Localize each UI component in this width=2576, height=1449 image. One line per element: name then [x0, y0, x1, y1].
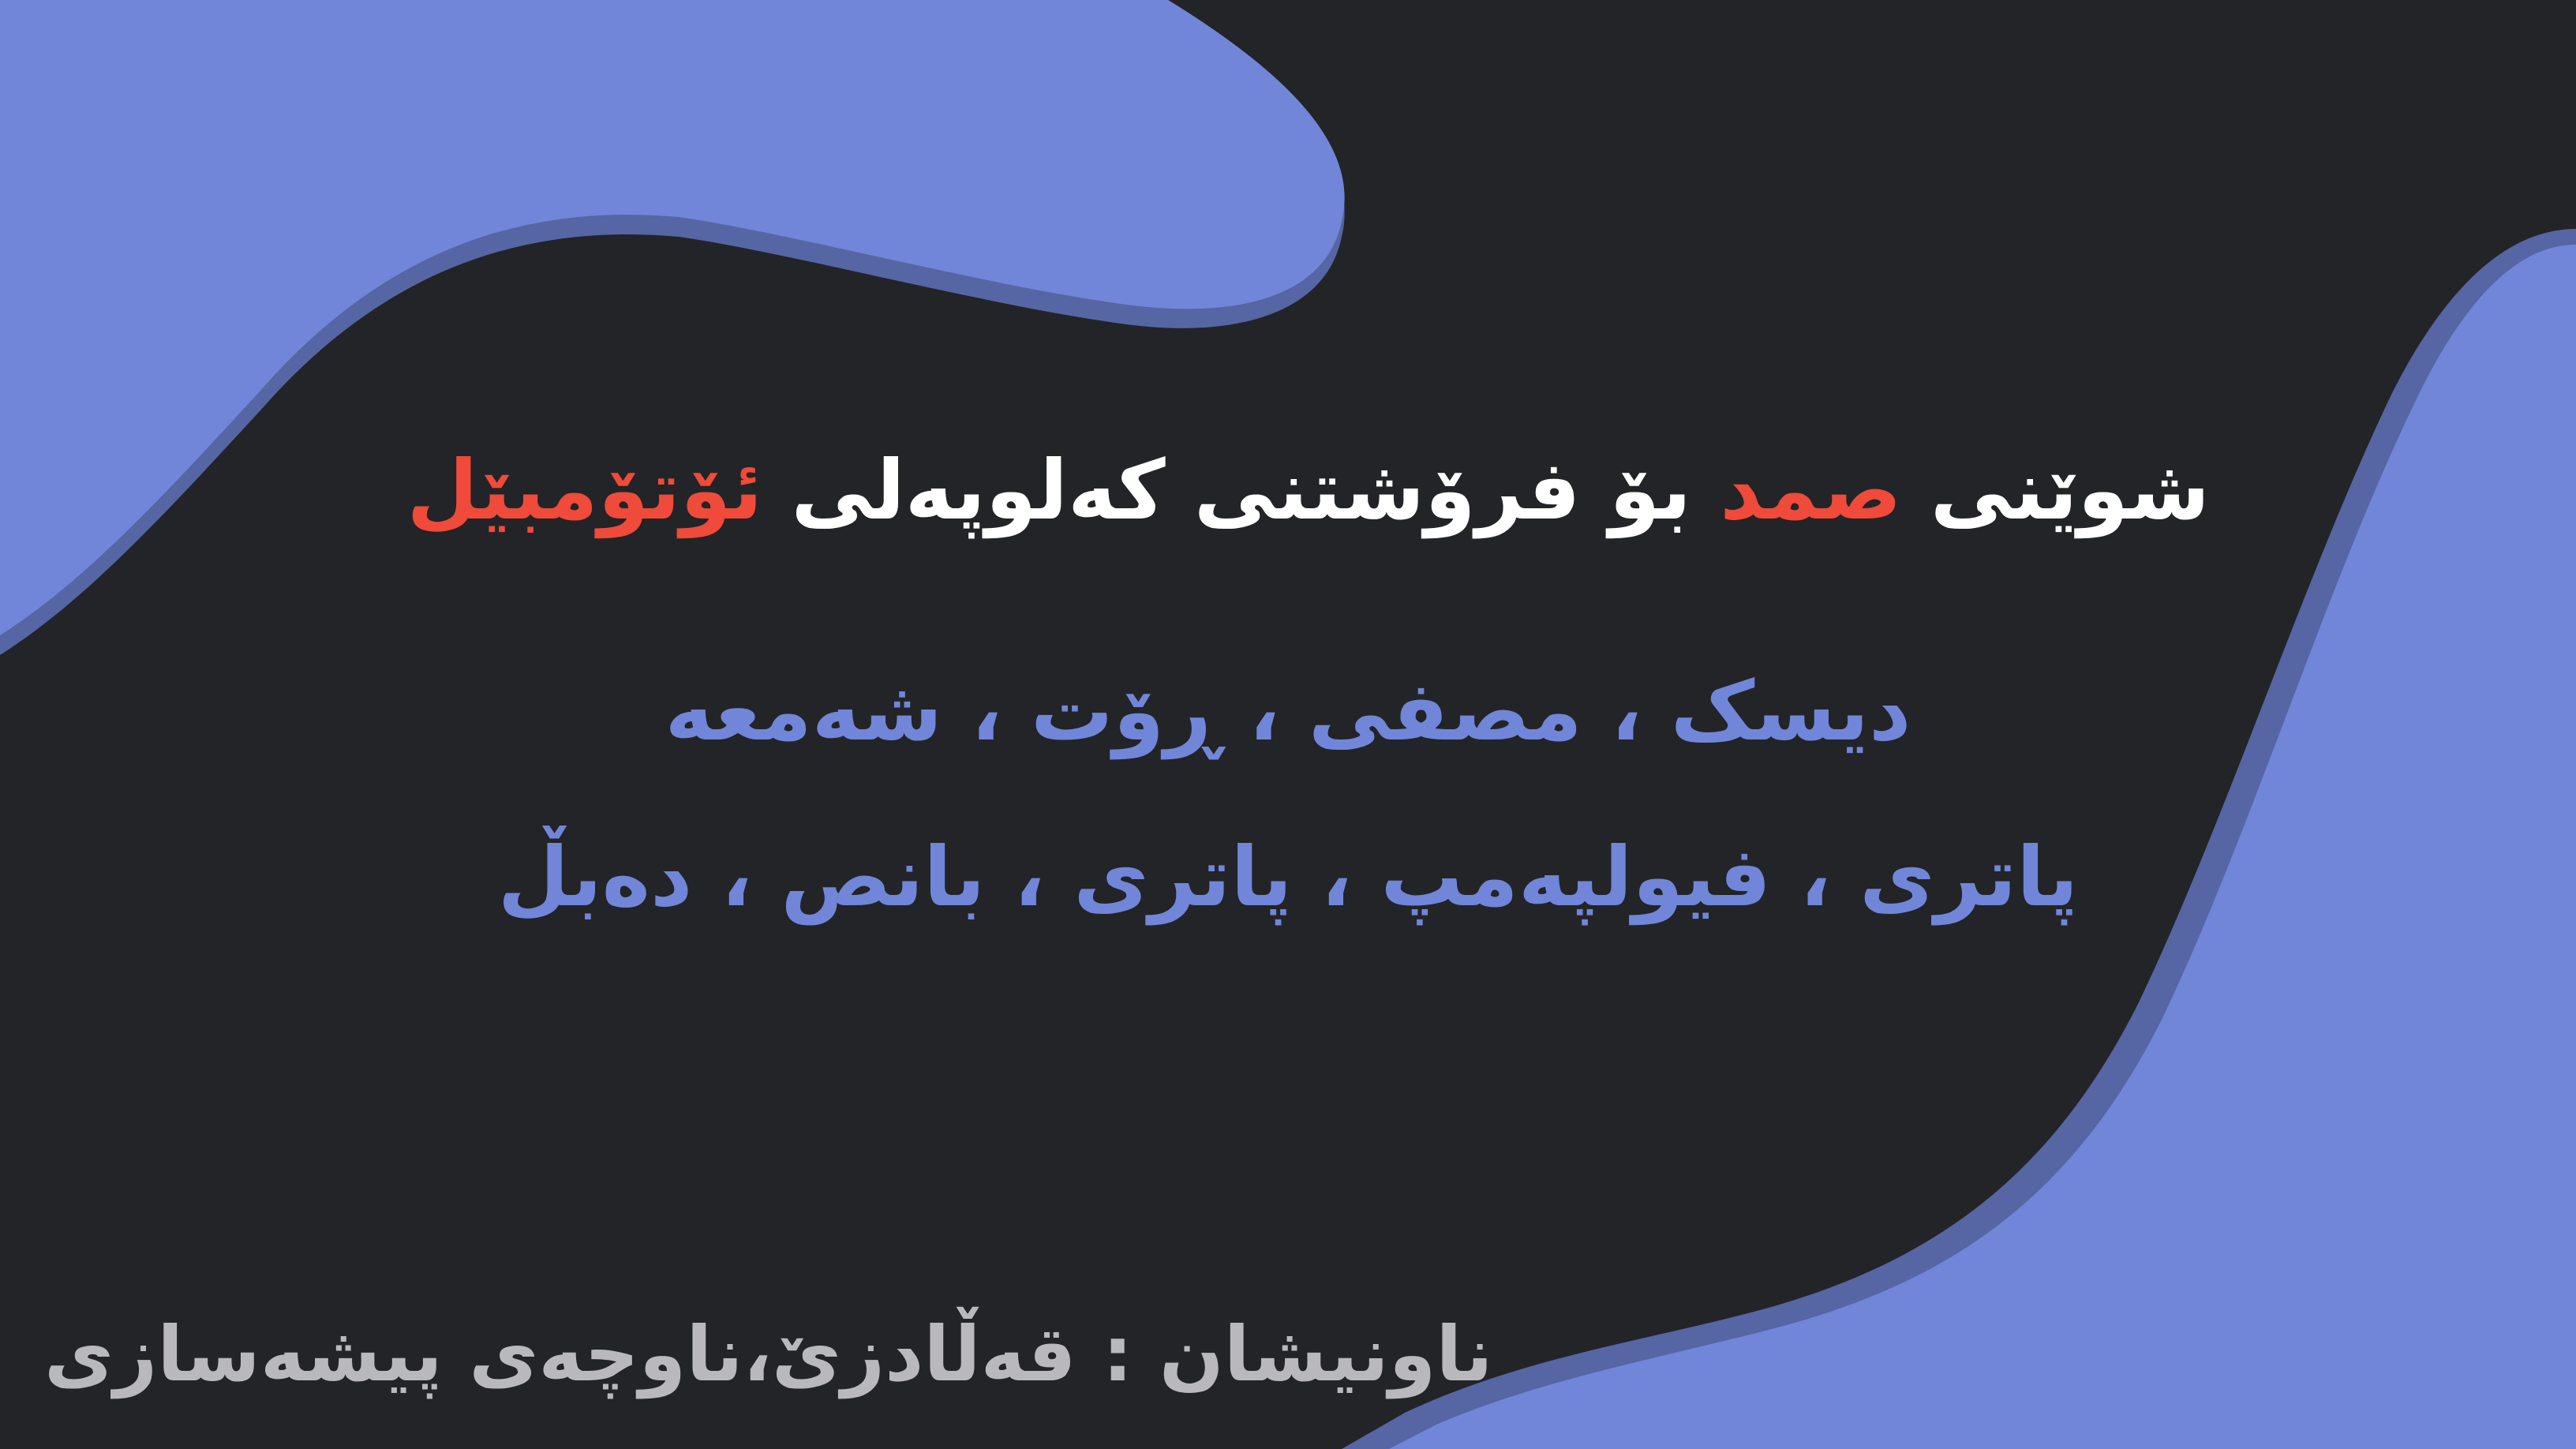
product-word: ئۆتۆمبێل [406, 442, 763, 538]
address: ناونیشان : قەڵادزێ،ناوچەی پیشەسازی [44, 1310, 1493, 1398]
items-line-2: پاتری ، فیولپەمپ ، پاتری ، بانص ، دەبڵ [497, 829, 2079, 925]
headline: شوێنی صمد بۆ فرۆشتنی کەلوپەلی ئۆتۆمبێل [407, 442, 2210, 538]
headline-part2: بۆ فرۆشتنی کەلوپەلی [762, 442, 1720, 538]
headline-part1: شوێنی [1901, 442, 2210, 538]
banner: شوێنی صمد بۆ فرۆشتنی کەلوپەلی ئۆتۆمبێل د… [0, 0, 2576, 1449]
brand-name: صمد [1720, 442, 1902, 538]
items-line-1: دیسک ، مصفی ، ڕۆت ، شەمعە [665, 663, 1911, 759]
